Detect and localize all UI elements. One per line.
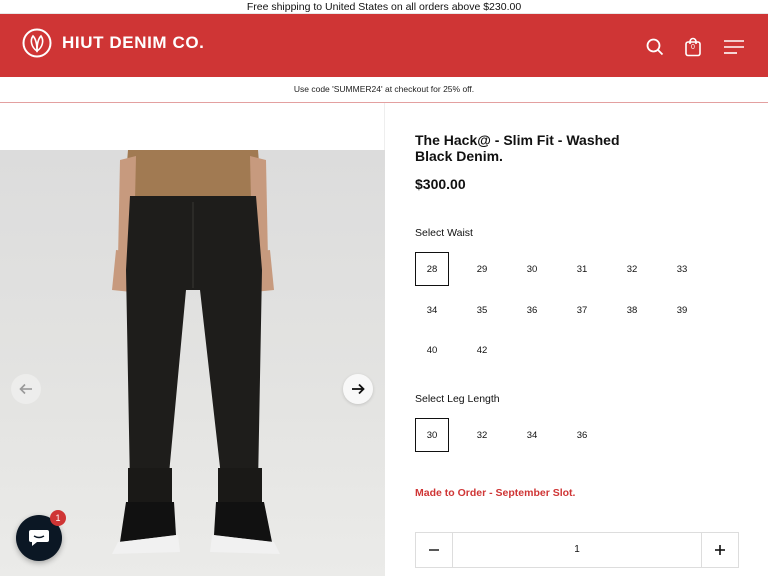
waist-option[interactable]: 34 — [415, 293, 449, 327]
waist-option[interactable]: 31 — [565, 252, 599, 286]
waist-label: Select Waist — [415, 227, 473, 239]
next-image-button[interactable] — [343, 374, 373, 404]
waist-option[interactable]: 42 — [465, 333, 499, 367]
quantity-stepper: 1 — [415, 532, 739, 568]
decrease-quantity-button[interactable] — [416, 533, 452, 567]
chat-bubble-icon — [29, 530, 49, 546]
waist-option[interactable]: 37 — [565, 293, 599, 327]
waist-option[interactable]: 38 — [615, 293, 649, 327]
cart-count: 0 — [691, 44, 695, 51]
product-price: $300.00 — [415, 176, 466, 192]
arrow-left-icon — [19, 383, 32, 395]
leg-length-option[interactable]: 30 — [415, 418, 449, 452]
waist-option[interactable]: 35 — [465, 293, 499, 327]
menu-button[interactable] — [723, 36, 745, 58]
plus-icon — [715, 545, 725, 555]
announcement-bar: Free shipping to United States on all or… — [0, 0, 768, 14]
search-button[interactable] — [644, 36, 666, 58]
announcement-text: Free shipping to United States on all or… — [246, 1, 522, 13]
waist-option[interactable]: 32 — [615, 252, 649, 286]
waist-option[interactable]: 40 — [415, 333, 449, 367]
leg-length-option[interactable]: 36 — [565, 418, 599, 452]
leg-length-option[interactable]: 32 — [465, 418, 499, 452]
cart-button[interactable]: 0 — [682, 36, 704, 58]
product-title: The Hack@ - Slim Fit - Washed Black Deni… — [415, 132, 620, 164]
site-header: HIUT DENIM CO. 0 — [0, 14, 768, 77]
made-to-order-notice: Made to Order - September Slot. — [415, 487, 576, 499]
waist-option[interactable]: 30 — [515, 252, 549, 286]
minus-icon — [429, 549, 439, 551]
waist-option[interactable]: 28 — [415, 252, 449, 286]
search-icon — [646, 38, 664, 56]
arrow-right-icon — [352, 383, 365, 395]
waist-option[interactable]: 29 — [465, 252, 499, 286]
product-gallery — [0, 103, 385, 576]
chat-notification-badge: 1 — [50, 510, 66, 526]
increase-quantity-button[interactable] — [702, 533, 738, 567]
promo-banner: Use code 'SUMMER24' at checkout for 25% … — [0, 77, 768, 103]
menu-icon — [724, 40, 744, 54]
promo-text: Use code 'SUMMER24' at checkout for 25% … — [293, 84, 475, 94]
brand-logo[interactable]: HIUT DENIM CO. — [22, 28, 205, 58]
quantity-input[interactable]: 1 — [452, 533, 702, 567]
leg-length-option[interactable]: 34 — [515, 418, 549, 452]
waist-option[interactable]: 39 — [665, 293, 699, 327]
leaf-logo-icon — [22, 28, 52, 58]
waist-option[interactable]: 36 — [515, 293, 549, 327]
waist-option[interactable]: 33 — [665, 252, 699, 286]
prev-image-button[interactable] — [11, 374, 41, 404]
leg-length-label: Select Leg Length — [415, 393, 500, 405]
brand-name: HIUT DENIM CO. — [62, 33, 205, 52]
